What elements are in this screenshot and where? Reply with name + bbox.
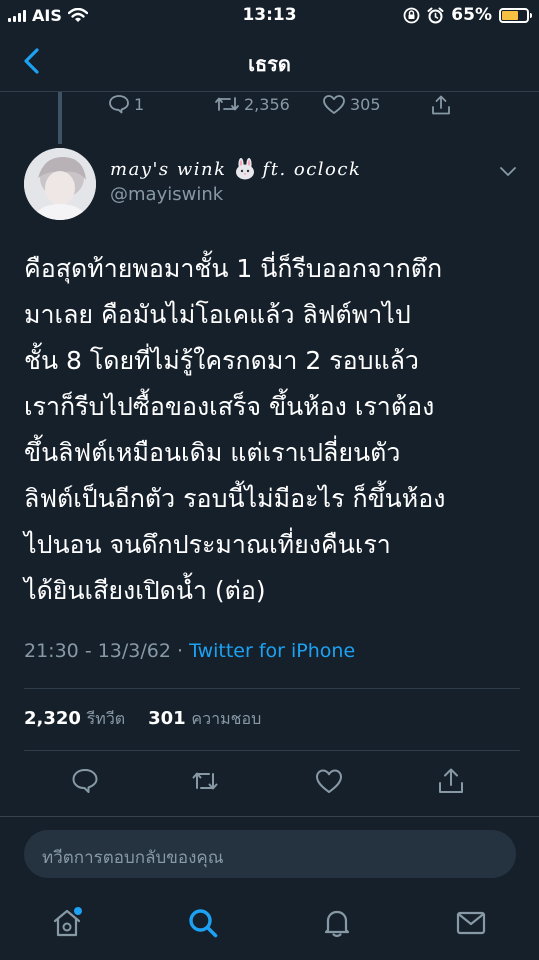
share-icon [432,95,450,115]
rotation-lock-icon [403,7,420,23]
retweet-label: รีทวีต [86,709,126,728]
tweet-text-line: คือสุดท้ายพอมาชั้น 1 นี่ก็รีบออกจากตึก [24,254,443,283]
tweet-text-line: ชั้น 8 โดยที่ไม่รู้ใครกดมา 2 รอบแล้ว [24,346,419,375]
battery-fill [502,10,518,20]
user-handle[interactable]: @mayiswink [110,184,223,205]
thread-connector [58,92,62,144]
messages-icon[interactable] [454,906,488,940]
battery-icon [499,7,532,23]
like-count: 301 [148,708,186,729]
rabbit-emoji-icon [235,158,254,180]
retweet-icon [215,97,239,111]
previous-tweet-actions: 1 2,356 305 [108,94,488,118]
avatar[interactable] [24,148,96,220]
display-name[interactable]: may's wink ft. oclock [110,158,361,180]
reply-icon[interactable] [70,766,100,796]
page-title: เธรด [248,52,291,76]
prev-retweet-button[interactable]: 2,356 [214,94,290,114]
divider [24,688,520,689]
prev-reply-count: 1 [134,94,145,114]
like-label: ความชอบ [191,709,262,728]
reply-icon [109,95,129,114]
tweet-text-line: ไปนอน จนดึกประมาณเที่ยงคืนเรา [24,530,391,559]
retweet-count: 2,320 [24,708,81,729]
share-icon[interactable] [436,766,466,796]
avatar-photo [24,148,96,220]
retweet-icon[interactable] [190,766,220,796]
status-bar: AIS 13:13 65% [0,0,539,30]
tweet-text-line: ลิฟต์เป็นอีกตัว รอบนี้ไม่มีอะไร ก็ขึ้นห้… [24,484,446,513]
tweet-text-line: ขึ้นลิฟต์เหมือนเดิม แต่เราเปลี่ยนตัว [24,438,401,467]
prev-retweet-count: 2,356 [244,94,290,114]
tweet-source-link[interactable]: Twitter for iPhone [189,640,355,662]
home-icon[interactable] [50,906,84,940]
notifications-icon[interactable] [320,906,354,940]
tweet-action-bar [0,762,539,802]
tweet-text-line: เราก็รีบไปซื้อของเสร็จ ขึ้นห้อง เราต้อง [24,392,435,421]
display-name-text: may's wink [110,158,227,180]
meta-separator: - [84,640,98,662]
search-icon[interactable] [186,906,220,940]
display-name-suffix: ft. oclock [262,158,362,180]
tab-bar [0,890,539,960]
tweet-text-line: ได้ยินเสียงเปิดน้ำ (ต่อ) [24,576,266,605]
prev-share-button[interactable] [430,94,452,116]
navigation-header: เธรด [0,30,539,92]
prev-like-count: 305 [350,95,381,114]
prev-like-button[interactable]: 305 [322,94,381,115]
like-icon[interactable] [314,766,344,796]
section-separator [0,816,539,817]
alarm-icon [427,7,444,23]
chevron-down-icon[interactable] [499,166,517,178]
status-right: 65% [403,5,532,25]
likes-stat[interactable]: 301 ความชอบ [148,708,261,729]
tweet-time: 21:30 [24,640,79,662]
reply-input[interactable]: ทวีตการตอบกลับของคุณ [24,830,516,878]
tweet-text: คือสุดท้ายพอมาชั้น 1 นี่ก็รีบออกจากตึก ม… [24,246,524,614]
divider [24,750,520,751]
tweet-meta: 21:30 - 13/3/62 · Twitter for iPhone [24,640,355,662]
reply-placeholder: ทวีตการตอบกลับของคุณ [42,848,224,868]
like-icon [323,95,345,114]
retweets-stat[interactable]: 2,320 รีทวีต [24,708,125,729]
tweet-text-line: มาเลย คือมันไม่โอเคแล้ว ลิฟต์พาไป [24,300,411,329]
tweet-date: 13/3/62 [97,640,171,662]
prev-reply-button[interactable]: 1 [108,94,144,114]
battery-percent: 65% [451,5,492,25]
tweet-stats: 2,320 รีทวีต 301 ความชอบ [24,707,261,732]
meta-dot: · [177,640,184,662]
